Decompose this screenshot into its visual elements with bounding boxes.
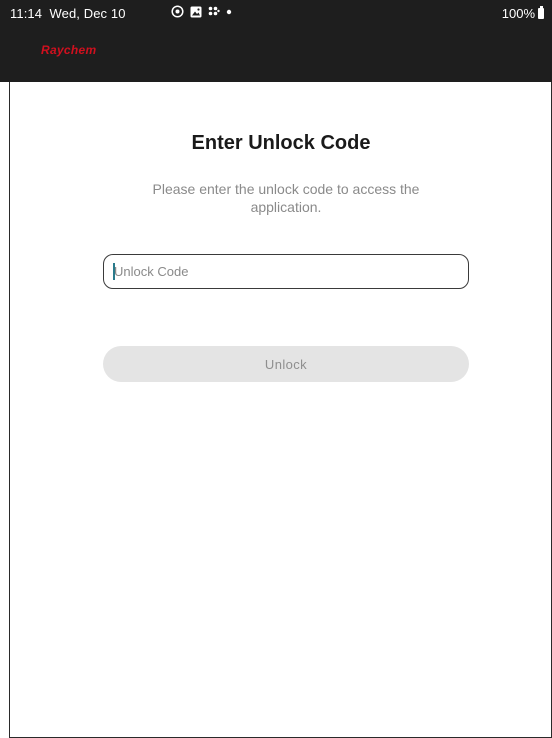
frame-edge-left (9, 82, 10, 738)
top-app-bar: 11:14 Wed, Dec 10 100% Raychem (0, 0, 552, 82)
battery-percent: 100% (501, 6, 535, 21)
location-icon (171, 5, 184, 18)
unlock-button[interactable]: Unlock (103, 346, 469, 382)
status-bar: 11:14 Wed, Dec 10 100% (0, 0, 552, 26)
status-battery-group: 100% (502, 6, 544, 21)
unlock-code-input[interactable] (103, 254, 469, 289)
status-date: Wed, Dec 10 (49, 6, 126, 21)
apps-grid-icon (208, 6, 220, 18)
notification-dot-icon (226, 9, 232, 15)
status-time: 11:14 (10, 6, 43, 21)
gallery-icon (190, 6, 202, 18)
status-clock: 11:14 Wed, Dec 10 (10, 6, 126, 21)
status-icons (171, 5, 232, 18)
page-subtitle: Please enter the unlock code to access t… (152, 181, 420, 215)
page-title: Enter Unlock Code (191, 132, 371, 154)
raychem-logo: Raychem (41, 43, 97, 57)
battery-icon (538, 6, 544, 19)
text-cursor (113, 263, 115, 280)
